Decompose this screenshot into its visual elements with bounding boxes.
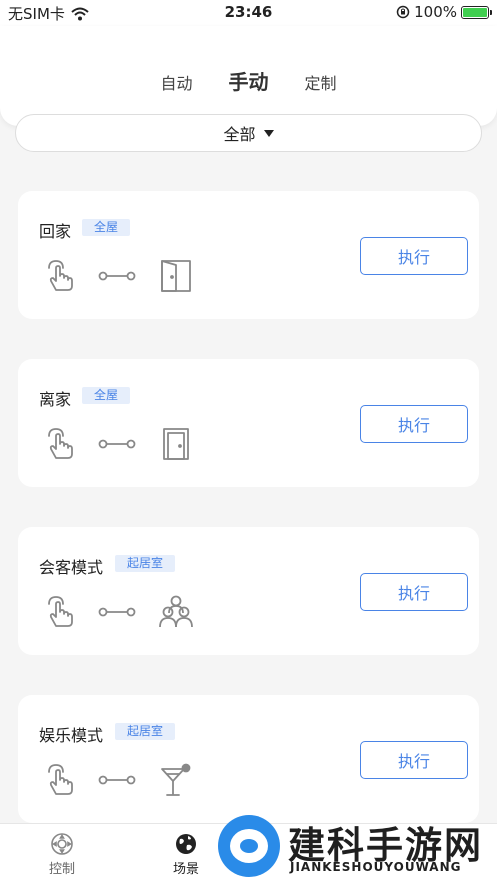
status-right: 100% [396, 3, 492, 21]
scene-card-entertainment: 娱乐模式 起居室 执行 [18, 695, 479, 823]
scene-card-guests: 会客模式 起居室 执行 [18, 527, 479, 655]
execute-button[interactable]: 执行 [360, 573, 468, 611]
scene-room-tag: 起居室 [115, 723, 176, 740]
nav-item-control[interactable]: 控制 [32, 832, 92, 877]
watermark-subtitle: JIANKESHOUYOUWANG [290, 860, 462, 874]
nav-item-scene[interactable]: 场景 [156, 832, 216, 877]
battery-icon [461, 5, 492, 19]
scene-flow [42, 426, 194, 462]
tab-custom[interactable]: 定制 [287, 70, 355, 94]
scene-card-away: 离家 全屋 执行 [18, 359, 479, 487]
nav-label: 控制 [48, 862, 75, 877]
scene-flow [42, 594, 194, 630]
tab-manual[interactable]: 手动 [211, 66, 287, 95]
scene-room-tag: 全屋 [82, 387, 131, 404]
hand-tap-icon [42, 426, 78, 462]
nav-label: 场景 [172, 862, 199, 877]
scene-room-tag: 全屋 [82, 219, 131, 236]
guests-icon [158, 594, 194, 630]
hand-tap-icon [42, 594, 78, 630]
execute-button[interactable]: 执行 [360, 741, 468, 779]
scene-title: 娱乐模式 [39, 726, 104, 745]
closed-door-icon [158, 426, 194, 462]
link-arrow-icon [98, 258, 136, 294]
link-arrow-icon [98, 426, 136, 462]
scene-globe-icon [176, 834, 196, 854]
link-arrow-icon [98, 762, 136, 798]
open-door-icon [158, 258, 194, 294]
control-icon [51, 833, 73, 855]
caret-down-icon [263, 129, 274, 137]
orientation-lock-icon [396, 5, 410, 19]
scene-flow [42, 258, 194, 294]
hand-tap-icon [42, 258, 78, 294]
room-filter-dropdown[interactable]: 全部 [15, 114, 482, 152]
scene-room-tag: 起居室 [115, 555, 176, 572]
scene-title: 会客模式 [39, 558, 104, 577]
link-arrow-icon [98, 594, 136, 630]
room-filter-label: 全部 [223, 125, 256, 144]
execute-button[interactable]: 执行 [360, 237, 468, 275]
watermark-emblem-icon [218, 815, 280, 877]
hand-tap-icon [42, 762, 78, 798]
execute-button[interactable]: 执行 [360, 405, 468, 443]
tab-auto[interactable]: 自动 [142, 70, 210, 94]
scene-card-home: 回家 全屋 执行 [18, 191, 479, 319]
scene-title: 离家 [39, 390, 72, 409]
watermark-logo: 建科手游网 JIANKESHOUYOUWANG [214, 813, 497, 883]
scene-flow [42, 762, 194, 798]
cocktail-icon [158, 762, 194, 798]
scene-tabs: 自动 手动 定制 [0, 66, 497, 95]
status-bar: 无SIM卡 23:46 100% [0, 0, 497, 26]
battery-percent: 100% [414, 3, 457, 21]
battery-fill [463, 7, 487, 17]
header: 自动 手动 定制 [0, 26, 497, 126]
scene-title: 回家 [39, 222, 72, 241]
